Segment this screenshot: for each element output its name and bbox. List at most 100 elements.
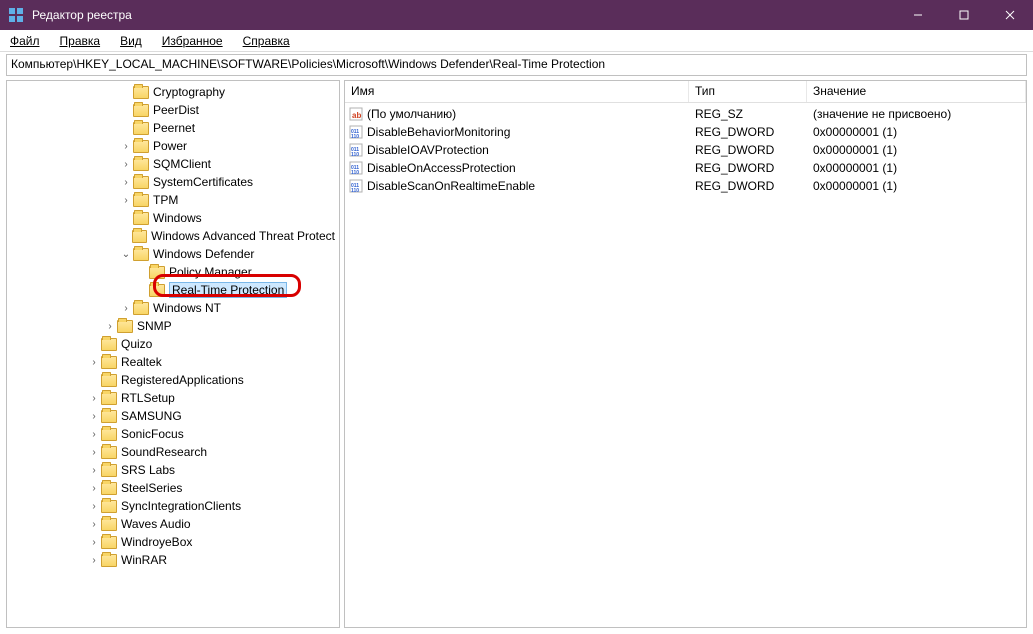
app-window: Редактор реестра Файл Правка Вид Избранн… — [0, 0, 1033, 634]
tree-item-label: SteelSeries — [121, 481, 182, 495]
minimize-button[interactable] — [895, 0, 941, 30]
tree-item-label: PeerDist — [153, 103, 199, 117]
tree-item-label: SoundResearch — [121, 445, 207, 459]
chevron-right-icon[interactable]: › — [87, 537, 101, 548]
menu-view[interactable]: Вид — [114, 32, 148, 50]
registry-tree[interactable]: Cryptography PeerDist Peernet › Power ›SQMCli… — [6, 80, 340, 628]
chevron-right-icon[interactable]: › — [87, 393, 101, 404]
window-title: Редактор реестра — [32, 8, 895, 22]
dword-value-icon: 011110 — [349, 161, 363, 175]
chevron-right-icon[interactable]: › — [87, 447, 101, 458]
chevron-right-icon[interactable]: › — [87, 357, 101, 368]
chevron-right-icon[interactable]: › — [119, 141, 133, 152]
tree-item[interactable]: ›WindroyeBox — [7, 533, 339, 551]
tree-item[interactable]: › Power — [7, 137, 339, 155]
menu-file[interactable]: Файл — [4, 32, 46, 50]
tree-item[interactable]: Windows — [7, 209, 339, 227]
value-name-cell: 011110DisableOnAccessProtection — [345, 161, 689, 175]
chevron-right-icon[interactable]: › — [87, 429, 101, 440]
chevron-right-icon[interactable]: › — [119, 303, 133, 314]
tree-item[interactable]: ›Realtek — [7, 353, 339, 371]
address-bar[interactable]: Компьютер\HKEY_LOCAL_MACHINE\SOFTWARE\Po… — [6, 54, 1027, 76]
tree-item-label: Windows NT — [153, 301, 221, 315]
value-row[interactable]: 011110DisableOnAccessProtectionREG_DWORD… — [345, 159, 1026, 177]
column-value[interactable]: Значение — [807, 81, 1026, 102]
folder-icon — [133, 86, 149, 99]
chevron-right-icon[interactable]: › — [87, 519, 101, 530]
tree-item[interactable]: ›SNMP — [7, 317, 339, 335]
tree-item-label: Waves Audio — [121, 517, 191, 531]
tree-item[interactable]: › SyncIntegrationClients — [7, 497, 339, 515]
value-row[interactable]: 011110DisableScanOnRealtimeEnableREG_DWO… — [345, 177, 1026, 195]
svg-text:ab: ab — [352, 111, 361, 120]
svg-text:110: 110 — [351, 188, 359, 193]
chevron-right-icon[interactable]: › — [119, 195, 133, 206]
tree-item[interactable]: ›SonicFocus — [7, 425, 339, 443]
menu-help[interactable]: Справка — [237, 32, 296, 50]
value-list[interactable]: Имя Тип Значение ab(По умолчанию)REG_SZ(… — [344, 80, 1027, 628]
value-name-cell: 011110DisableIOAVProtection — [345, 143, 689, 157]
value-data: 0x00000001 (1) — [807, 179, 1026, 193]
menu-favorites[interactable]: Избранное — [156, 32, 229, 50]
tree-item-label: TPM — [153, 193, 178, 207]
tree-item[interactable]: ›SystemCertificates — [7, 173, 339, 191]
tree-item[interactable]: ›SQMClient — [7, 155, 339, 173]
tree-item[interactable]: Peernet — [7, 119, 339, 137]
tree-item-label: SyncIntegrationClients — [121, 499, 241, 513]
chevron-right-icon[interactable]: › — [87, 501, 101, 512]
tree-item[interactable]: Policy Manager — [7, 263, 339, 281]
tree-item-label: RTLSetup — [121, 391, 175, 405]
folder-icon — [101, 500, 117, 513]
tree-item[interactable]: › Waves Audio — [7, 515, 339, 533]
content-area: Cryptography PeerDist Peernet › Power ›SQMCli… — [0, 78, 1033, 634]
tree-item[interactable]: › SteelSeries — [7, 479, 339, 497]
tree-item[interactable]: › TPM — [7, 191, 339, 209]
chevron-right-icon[interactable]: › — [103, 321, 117, 332]
chevron-right-icon[interactable]: › — [119, 177, 133, 188]
menu-bar: Файл Правка Вид Избранное Справка — [0, 30, 1033, 52]
tree-item[interactable]: ›SAMSUNG — [7, 407, 339, 425]
svg-text:110: 110 — [351, 170, 359, 175]
value-row[interactable]: 011110DisableIOAVProtectionREG_DWORD0x00… — [345, 141, 1026, 159]
column-name[interactable]: Имя — [345, 81, 689, 102]
tree-item[interactable]: › SoundResearch — [7, 443, 339, 461]
chevron-down-icon[interactable]: ⌄ — [119, 249, 133, 260]
value-row[interactable]: ab(По умолчанию)REG_SZ(значение не присв… — [345, 105, 1026, 123]
tree-item-label: Power — [153, 139, 187, 153]
tree-item[interactable]: PeerDist — [7, 101, 339, 119]
chevron-right-icon[interactable]: › — [87, 555, 101, 566]
value-type: REG_DWORD — [689, 179, 807, 193]
tree-item-label: Windows Defender — [153, 247, 254, 261]
tree-item-label: Real-Time Protection — [169, 282, 287, 298]
tree-item-label: Policy Manager — [169, 265, 252, 279]
folder-icon — [133, 140, 149, 153]
tree-item[interactable]: Windows Advanced Threat Protect — [7, 227, 339, 245]
tree-item[interactable]: › Windows NT — [7, 299, 339, 317]
tree-item[interactable]: › RTLSetup — [7, 389, 339, 407]
tree-item-label: WinRAR — [121, 553, 167, 567]
folder-icon — [133, 122, 149, 135]
column-type[interactable]: Тип — [689, 81, 807, 102]
value-data: 0x00000001 (1) — [807, 143, 1026, 157]
value-name: DisableIOAVProtection — [367, 143, 489, 157]
folder-icon — [133, 248, 149, 261]
tree-item[interactable]: ⌄ Windows Defender — [7, 245, 339, 263]
tree-item-label: Cryptography — [153, 85, 225, 99]
chevron-right-icon[interactable]: › — [87, 465, 101, 476]
tree-item[interactable]: › WinRAR — [7, 551, 339, 569]
tree-item[interactable]: Cryptography — [7, 83, 339, 101]
tree-item[interactable]: Real-Time Protection — [7, 281, 339, 299]
chevron-right-icon[interactable]: › — [87, 483, 101, 494]
close-button[interactable] — [987, 0, 1033, 30]
title-bar[interactable]: Редактор реестра — [0, 0, 1033, 30]
chevron-right-icon[interactable]: › — [87, 411, 101, 422]
chevron-right-icon[interactable]: › — [119, 159, 133, 170]
folder-icon — [101, 392, 117, 405]
tree-item[interactable]: RegisteredApplications — [7, 371, 339, 389]
value-row[interactable]: 011110DisableBehaviorMonitoringREG_DWORD… — [345, 123, 1026, 141]
folder-icon — [133, 212, 149, 225]
tree-item[interactable]: Quizo — [7, 335, 339, 353]
tree-item[interactable]: ›SRS Labs — [7, 461, 339, 479]
menu-edit[interactable]: Правка — [54, 32, 107, 50]
maximize-button[interactable] — [941, 0, 987, 30]
